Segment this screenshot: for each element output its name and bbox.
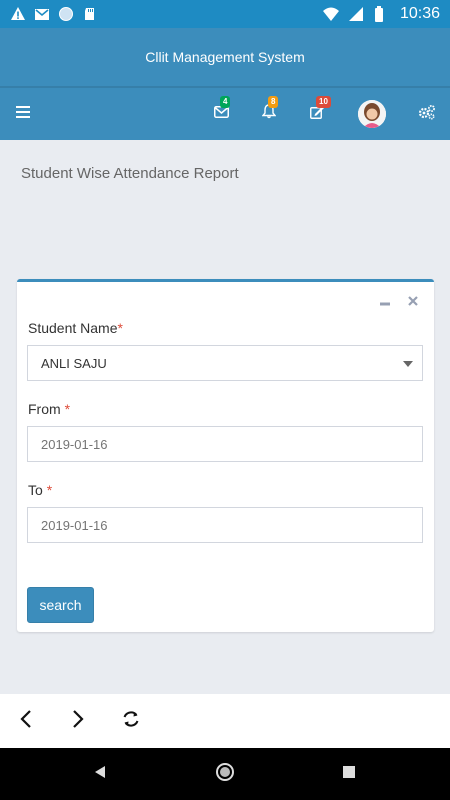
refresh-icon xyxy=(121,709,141,734)
forward-button[interactable] xyxy=(58,694,98,748)
hamburger-icon xyxy=(16,105,30,123)
gears-icon xyxy=(418,104,436,125)
wifi-icon xyxy=(322,6,339,22)
search-button[interactable]: search xyxy=(27,587,94,623)
from-date-input[interactable] xyxy=(41,436,409,452)
to-date-field[interactable] xyxy=(27,507,423,543)
tasks-button[interactable]: 10 xyxy=(302,88,332,140)
settings-button[interactable] xyxy=(412,88,442,140)
back-button[interactable] xyxy=(6,694,46,748)
student-name-value: ANLI SAJU xyxy=(41,355,107,371)
status-time: 10:36 xyxy=(399,5,440,22)
to-label: To * xyxy=(28,482,53,498)
required-marker: * xyxy=(117,320,123,336)
chevron-left-icon xyxy=(20,709,32,734)
signal-icon xyxy=(348,6,364,22)
reload-button[interactable] xyxy=(111,694,151,748)
system-home-button[interactable] xyxy=(200,748,250,800)
alert-icon xyxy=(10,6,26,22)
system-back-button[interactable] xyxy=(75,748,125,800)
remove-button[interactable] xyxy=(406,294,420,308)
browser-toolbar xyxy=(0,694,450,748)
collapse-button[interactable] xyxy=(378,294,392,308)
system-nav-bar xyxy=(0,748,450,800)
notifications-button[interactable]: 8 xyxy=(254,88,284,140)
box-tools xyxy=(378,294,420,308)
home-circle-icon xyxy=(215,762,235,787)
page-title: Student Wise Attendance Report xyxy=(21,165,239,182)
nav-bar: 4 8 10 xyxy=(0,88,450,140)
app-title: Cllit Management System xyxy=(145,49,305,65)
user-menu-button[interactable] xyxy=(356,88,388,140)
gmail-icon xyxy=(34,6,50,22)
from-date-field[interactable] xyxy=(27,426,423,462)
sd-card-icon xyxy=(82,6,98,22)
messages-button[interactable]: 4 xyxy=(206,88,236,140)
from-label: From * xyxy=(28,401,71,417)
messages-badge: 4 xyxy=(220,96,231,108)
chevron-right-icon xyxy=(72,709,84,734)
student-name-label: Student Name* xyxy=(28,320,123,336)
system-recents-button[interactable] xyxy=(324,748,374,800)
to-date-input[interactable] xyxy=(41,517,409,533)
report-form-box: Student Name* ANLI SAJU From * To * sear… xyxy=(17,279,434,632)
app-title-bar: Cllit Management System xyxy=(0,28,450,86)
triangle-back-icon xyxy=(93,765,107,784)
sync-icon xyxy=(58,6,74,22)
student-name-select[interactable]: ANLI SAJU xyxy=(27,345,423,381)
status-bar: 10:36 xyxy=(0,0,450,28)
square-recents-icon xyxy=(342,765,356,784)
menu-toggle-button[interactable] xyxy=(8,88,38,140)
notifications-badge: 8 xyxy=(268,96,279,108)
required-marker: * xyxy=(46,482,53,498)
required-marker: * xyxy=(64,401,71,417)
battery-icon xyxy=(374,6,390,22)
avatar xyxy=(358,100,386,128)
tasks-badge: 10 xyxy=(316,96,331,108)
close-icon xyxy=(408,293,418,309)
minus-icon xyxy=(380,293,390,309)
chevron-down-icon xyxy=(403,361,413,367)
